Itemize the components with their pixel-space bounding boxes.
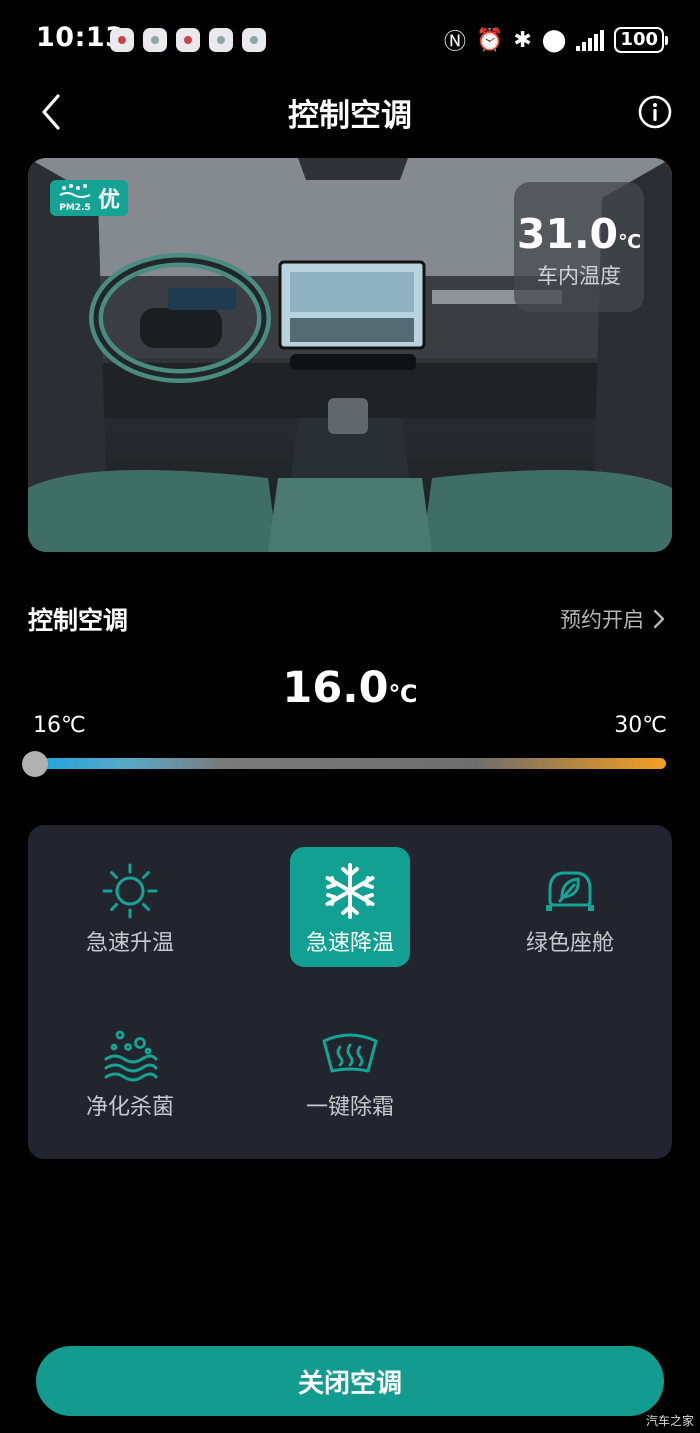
- air-quality-badge: PM2.5 优: [50, 180, 129, 216]
- cabin-temperature-panel: 31.0℃ 车内温度: [514, 182, 644, 312]
- mode-rapid-heat[interactable]: 急速升温: [70, 847, 190, 967]
- mode-panel: 急速升温 急速降温 绿色座舱 净化杀菌 一键除霜: [28, 825, 672, 1159]
- page-title: 控制空调: [288, 98, 412, 134]
- setpoint-unit: ℃: [388, 680, 418, 708]
- cabin-temperature-value: 31.0: [516, 210, 619, 258]
- notification-icon: [110, 28, 134, 52]
- alarm-icon: ⏰: [475, 27, 504, 53]
- mode-label: 净化杀菌: [85, 1095, 174, 1120]
- schedule-button[interactable]: 预约开启: [560, 604, 666, 634]
- notification-icon: [143, 28, 167, 52]
- cabin-temperature: 31.0℃: [514, 210, 644, 258]
- car-interior-image: PM2.5 优 31.0℃ 车内温度: [28, 158, 672, 552]
- sun-icon: [102, 863, 158, 919]
- section-title: 控制空调: [28, 606, 129, 635]
- cabin-temperature-unit: ℃: [618, 231, 642, 253]
- snowflake-icon: [325, 863, 375, 919]
- mode-label: 急速升温: [85, 931, 174, 956]
- green-cabin-icon: [546, 871, 594, 911]
- bluetooth-icon: ✱: [513, 27, 532, 53]
- chevron-right-icon: [653, 609, 665, 629]
- slider-thumb[interactable]: [22, 751, 48, 777]
- temperature-slider[interactable]: [34, 758, 666, 769]
- mode-rapid-cool[interactable]: 急速降温: [290, 847, 410, 967]
- system-icons: Ⓝ ⏰ ✱ ⬤ 100: [443, 24, 668, 56]
- slider-min-label: 16℃: [33, 713, 86, 738]
- slider-max-label: 30℃: [614, 713, 667, 738]
- location-icon: ⬤: [541, 27, 567, 53]
- watermark: 汽车之家: [645, 1414, 694, 1428]
- battery-indicator: 100: [614, 27, 668, 53]
- nfc-icon: Ⓝ: [443, 30, 466, 55]
- purify-icon: [104, 1030, 158, 1082]
- mode-purify[interactable]: 净化杀菌: [70, 1011, 190, 1131]
- setpoint-temperature: 16.0℃: [0, 663, 700, 713]
- schedule-label: 预约开启: [560, 608, 644, 632]
- defrost-icon: [322, 1033, 378, 1073]
- svg-text:PM2.5: PM2.5: [59, 203, 91, 213]
- mode-label: 急速降温: [305, 931, 394, 956]
- info-icon[interactable]: [638, 95, 672, 129]
- mode-label: 绿色座舱: [525, 931, 614, 956]
- air-quality-label: 优: [98, 188, 121, 213]
- mode-label: 一键除霜: [305, 1095, 394, 1120]
- notification-icon: [209, 28, 233, 52]
- notification-icon: [242, 28, 266, 52]
- close-ac-button[interactable]: 关闭空调: [36, 1346, 664, 1416]
- signal-icon: [576, 29, 605, 51]
- mode-defrost[interactable]: 一键除霜: [290, 1011, 410, 1131]
- notification-icons: [110, 28, 266, 52]
- cabin-temperature-label: 车内温度: [537, 264, 621, 288]
- notification-icon: [176, 28, 200, 52]
- status-bar: 10:13 Ⓝ ⏰ ✱ ⬤ 100: [0, 0, 700, 80]
- setpoint-value: 16.0: [282, 663, 389, 713]
- mode-green-cabin[interactable]: 绿色座舱: [510, 847, 630, 967]
- pm25-icon: PM2.5: [59, 184, 91, 213]
